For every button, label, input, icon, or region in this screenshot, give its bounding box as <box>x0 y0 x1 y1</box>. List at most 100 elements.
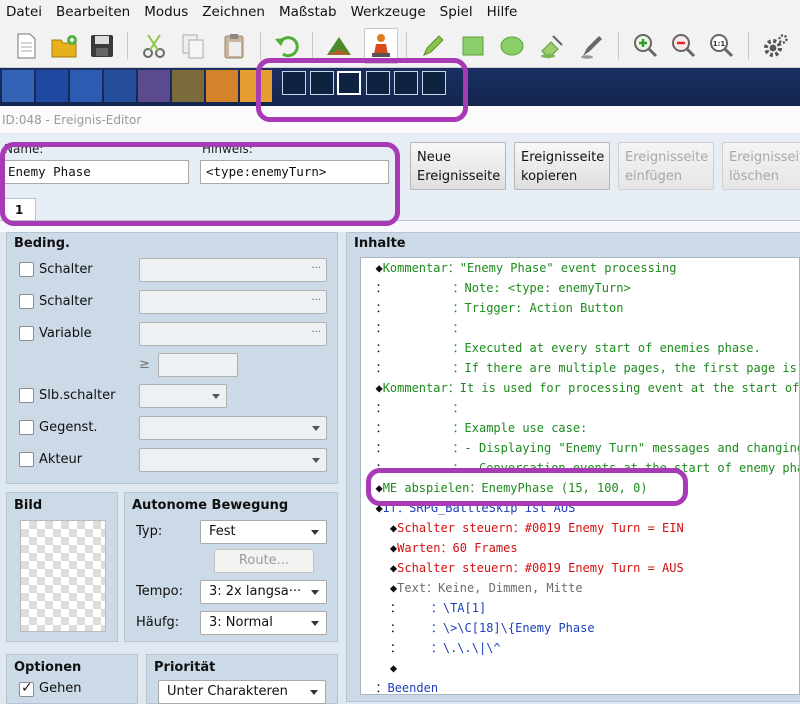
event-command-list[interactable]: ◆Kommentar："Enemy Phase" event processin… <box>360 257 800 695</box>
variable-label: Variable <box>39 326 92 341</box>
menu-item[interactable]: Datei <box>0 4 49 20</box>
menu-item[interactable]: Hilfe <box>480 4 525 20</box>
new-icon[interactable] <box>9 28 43 64</box>
priority-dropdown[interactable]: Unter Charakteren <box>158 680 326 704</box>
zoom-out-icon[interactable] <box>666 28 700 64</box>
command-text: 60 Frames <box>452 541 518 555</box>
frequency-dropdown[interactable]: 3: Normal <box>200 611 327 635</box>
tile[interactable] <box>36 70 68 102</box>
command-row[interactable]: ： ： <box>361 318 464 338</box>
item-checkbox[interactable] <box>19 420 34 435</box>
command-row[interactable]: ◆ME abspielen：EnemyPhase (15, 100, 0) <box>361 478 647 498</box>
switch2-field[interactable]: ··· <box>139 290 327 314</box>
command-row[interactable]: ： ：Note: <type: enemyTurn> <box>361 278 630 298</box>
speed-dropdown[interactable]: 3: 2x langsa··· <box>200 580 327 604</box>
paste-icon[interactable] <box>217 28 251 64</box>
switch1-checkbox[interactable] <box>19 262 34 277</box>
self-switch-dropdown[interactable] <box>139 384 227 408</box>
pencil-icon[interactable] <box>416 28 450 64</box>
paste-page-button[interactable]: Ereignisseite einfügen <box>618 142 714 190</box>
variable-value-field[interactable] <box>158 353 238 377</box>
menu-item[interactable]: Zeichnen <box>195 4 272 20</box>
tile-slot[interactable] <box>310 71 334 95</box>
tile[interactable] <box>172 70 204 102</box>
menu-item[interactable]: Maßstab <box>272 4 344 20</box>
walk-label: Gehen <box>39 681 82 696</box>
command-text: \TA[1] <box>442 601 487 615</box>
route-button[interactable]: Route... <box>214 549 314 573</box>
command-row[interactable]: ◆ <box>361 658 397 678</box>
tile[interactable] <box>70 70 102 102</box>
save-icon[interactable] <box>85 28 119 64</box>
actor-checkbox[interactable] <box>19 452 34 467</box>
menu-item[interactable]: Bearbeiten <box>49 4 137 20</box>
item-dropdown[interactable] <box>139 416 327 440</box>
open-folder-icon[interactable] <box>47 28 81 64</box>
actor-dropdown[interactable] <box>139 448 327 472</box>
tile-slot[interactable] <box>422 71 446 95</box>
type-dropdown[interactable]: Fest <box>200 520 327 544</box>
event-mode-icon[interactable] <box>364 28 398 64</box>
command-row[interactable]: ◆Kommentar：It is used for processing eve… <box>361 378 799 398</box>
tile-slot[interactable] <box>282 71 306 95</box>
command-row[interactable]: ◆Kommentar："Enemy Phase" event processin… <box>361 258 676 278</box>
command-row[interactable]: ： ：Executed at every start of enemies ph… <box>361 338 760 358</box>
tileset-palette[interactable] <box>0 68 800 106</box>
command-bullet: ： <box>375 301 388 315</box>
command-name: ME abspielen <box>382 481 470 495</box>
variable-field[interactable]: ··· <box>139 322 327 346</box>
command-row[interactable]: ◆Text：Keine, Dimmen, Mitte <box>361 578 583 598</box>
variable-checkbox[interactable] <box>19 326 34 341</box>
event-image-preview[interactable] <box>20 520 106 632</box>
menu-item[interactable]: Spiel <box>433 4 480 20</box>
command-row[interactable]: ◆Warten：60 Frames <box>361 538 518 558</box>
command-row[interactable]: ◆Schalter steuern：#0019 Enemy Turn = AUS <box>361 558 684 578</box>
command-text: SRPG_BattleSkip ist AUS <box>409 501 576 515</box>
name-input[interactable]: Enemy Phase <box>2 160 189 184</box>
tile[interactable] <box>2 70 34 102</box>
self-switch-checkbox[interactable] <box>19 388 34 403</box>
command-text: Trigger: Action Button <box>464 301 624 315</box>
delete-page-button[interactable]: Ereignisseite löschen <box>722 142 800 190</box>
map-mode-icon[interactable] <box>322 28 356 64</box>
page-tab-1[interactable]: 1 <box>4 198 36 220</box>
settings-icon[interactable] <box>758 28 792 64</box>
command-row[interactable]: ： ：Trigger: Action Button <box>361 298 623 318</box>
undo-icon[interactable] <box>270 28 304 64</box>
command-row[interactable]: ： ： <box>361 398 464 418</box>
command-row[interactable]: ◆Schalter steuern：#0019 Enemy Turn = EIN <box>361 518 684 538</box>
command-row[interactable]: ◆If：SRPG_BattleSkip ist AUS <box>361 498 575 518</box>
copy-page-button[interactable]: Ereignisseite kopieren <box>514 142 610 190</box>
editor-title: ID:048 - Ereignis-Editor <box>0 106 800 134</box>
switch1-field[interactable]: ··· <box>139 258 327 282</box>
tile[interactable] <box>240 70 272 102</box>
switch2-checkbox[interactable] <box>19 294 34 309</box>
command-row[interactable]: ： ：\>\C[18]\{Enemy Phase <box>361 618 595 638</box>
command-row[interactable]: ：Beenden <box>361 678 438 694</box>
copy-icon[interactable] <box>176 28 210 64</box>
command-name: Text <box>397 581 427 595</box>
fill-icon[interactable] <box>535 28 569 64</box>
tile-slot-selected[interactable] <box>337 71 361 95</box>
new-page-button[interactable]: Neue Ereignisseite <box>410 142 506 190</box>
command-row[interactable]: ： ：If there are multiple pages, the firs… <box>361 358 799 378</box>
command-row[interactable]: ： ：Example use case: <box>361 418 587 438</box>
tile[interactable] <box>138 70 170 102</box>
command-row[interactable]: ： ：\TA[1] <box>361 598 486 618</box>
tile[interactable] <box>206 70 238 102</box>
tile-slot[interactable] <box>394 71 418 95</box>
tile-slot[interactable] <box>366 71 390 95</box>
rectangle-icon[interactable] <box>456 28 490 64</box>
shadow-pen-icon[interactable] <box>575 28 609 64</box>
note-input[interactable]: <type:enemyTurn> <box>200 160 389 184</box>
cut-icon[interactable] <box>137 28 171 64</box>
zoom-actual-icon[interactable]: 1:1 <box>704 28 738 64</box>
ellipse-icon[interactable] <box>495 28 529 64</box>
zoom-in-icon[interactable] <box>628 28 662 64</box>
menu-item[interactable]: Werkzeuge <box>344 4 433 20</box>
menu-item[interactable]: Modus <box>137 4 195 20</box>
command-row[interactable]: ： ：- Conversation events at the start of… <box>361 458 799 478</box>
tile[interactable] <box>104 70 136 102</box>
command-row[interactable]: ： ：- Displaying "Enemy Turn" messages an… <box>361 438 799 458</box>
command-row[interactable]: ： ：\.\.\|\^ <box>361 638 501 658</box>
